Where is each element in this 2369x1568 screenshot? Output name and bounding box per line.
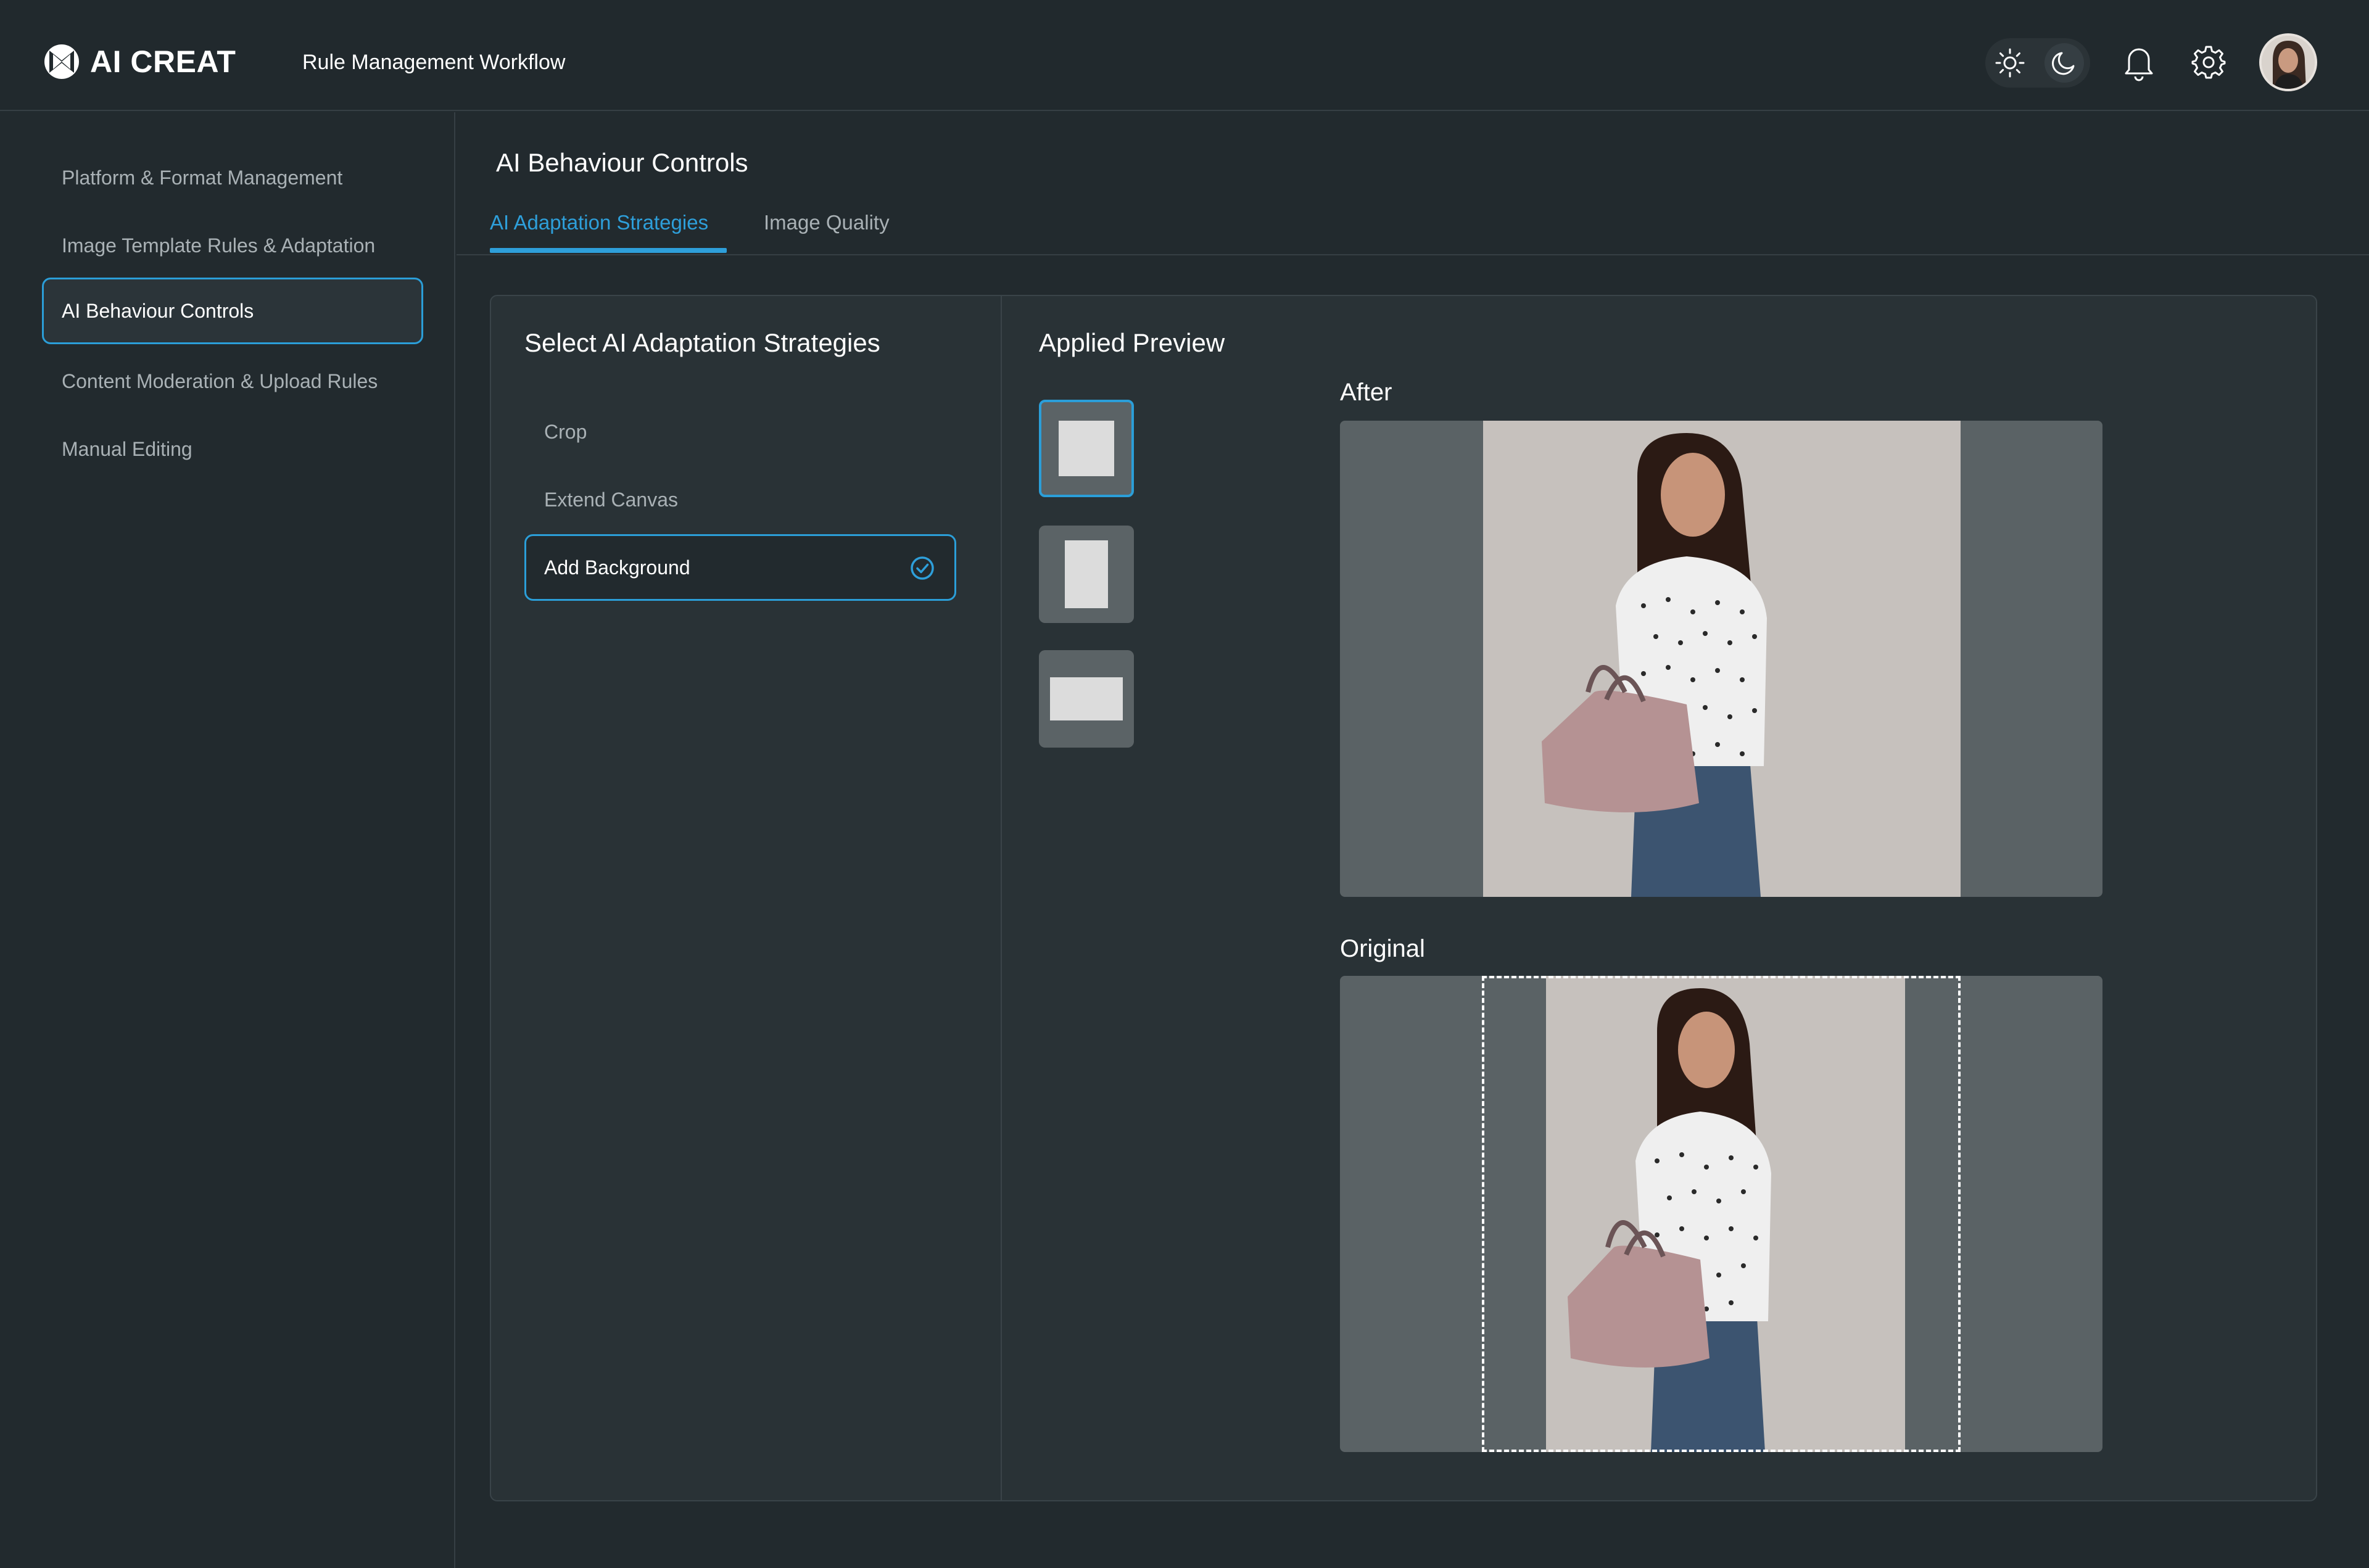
top-bar: AI CREAT Rule Management Workflow: [0, 0, 2369, 111]
original-label: Original: [1340, 935, 1425, 962]
card-divider: [1001, 296, 1002, 1500]
aspect-landscape-button[interactable]: [1039, 650, 1134, 748]
tab-image-quality[interactable]: Image Quality: [764, 211, 890, 255]
sidebar: Platform & Format Management Image Templ…: [0, 112, 455, 1568]
moon-icon: [2052, 52, 2075, 75]
notifications-button[interactable]: [2117, 41, 2160, 84]
square-ratio-icon: [1059, 421, 1114, 476]
logo-icon: [44, 44, 79, 79]
sidebar-item-template-rules[interactable]: Image Template Rules & Adaptation: [42, 212, 423, 279]
settings-button[interactable]: [2187, 41, 2230, 84]
aspect-portrait-button[interactable]: [1039, 526, 1134, 623]
active-tab-indicator: [490, 248, 727, 253]
app: AI CREAT Rule Management Workflow Platfo…: [0, 0, 2369, 1568]
after-label: After: [1340, 379, 1392, 406]
page-title: AI Behaviour Controls: [496, 148, 748, 177]
sun-icon: [1995, 48, 2025, 78]
preview-heading: Applied Preview: [1039, 328, 1225, 357]
check-circle-icon: [911, 556, 934, 580]
gear-icon: [2191, 46, 2226, 79]
light-mode-button[interactable]: [1990, 43, 2030, 83]
sidebar-item-manual-editing[interactable]: Manual Editing: [42, 416, 423, 482]
dark-mode-button[interactable]: [2044, 43, 2084, 83]
tab-bar: AI Adaptation Strategies Image Quality: [457, 197, 2369, 255]
sidebar-item-platform-format[interactable]: Platform & Format Management: [42, 144, 423, 211]
strategy-crop[interactable]: Crop: [524, 398, 956, 465]
aspect-square-button[interactable]: [1039, 400, 1134, 497]
after-image: [1483, 421, 1961, 897]
strategy-add-background[interactable]: Add Background: [524, 534, 956, 601]
landscape-ratio-icon: [1050, 677, 1123, 720]
avatar-image: [2262, 36, 2315, 89]
header-title: Rule Management Workflow: [302, 51, 566, 74]
user-avatar[interactable]: [2259, 33, 2317, 91]
theme-toggle[interactable]: [1985, 38, 2090, 88]
model-photo: [1483, 421, 1961, 897]
bell-icon: [2125, 48, 2153, 81]
portrait-ratio-icon: [1065, 540, 1108, 608]
after-preview: [1340, 421, 2102, 897]
sidebar-item-content-moderation[interactable]: Content Moderation & Upload Rules: [42, 348, 423, 415]
sidebar-item-ai-behaviour[interactable]: AI Behaviour Controls: [42, 278, 423, 344]
original-preview: [1340, 976, 2102, 1452]
strategy-extend-canvas[interactable]: Extend Canvas: [524, 466, 956, 533]
strategy-label: Add Background: [544, 556, 690, 579]
logo[interactable]: AI CREAT: [43, 43, 236, 80]
strategies-heading: Select AI Adaptation Strategies: [524, 328, 880, 357]
crop-frame-outline: [1482, 976, 1961, 1452]
logo-text: AI CREAT: [90, 44, 236, 79]
strategy-card: Select AI Adaptation Strategies Crop Ext…: [490, 295, 2317, 1501]
